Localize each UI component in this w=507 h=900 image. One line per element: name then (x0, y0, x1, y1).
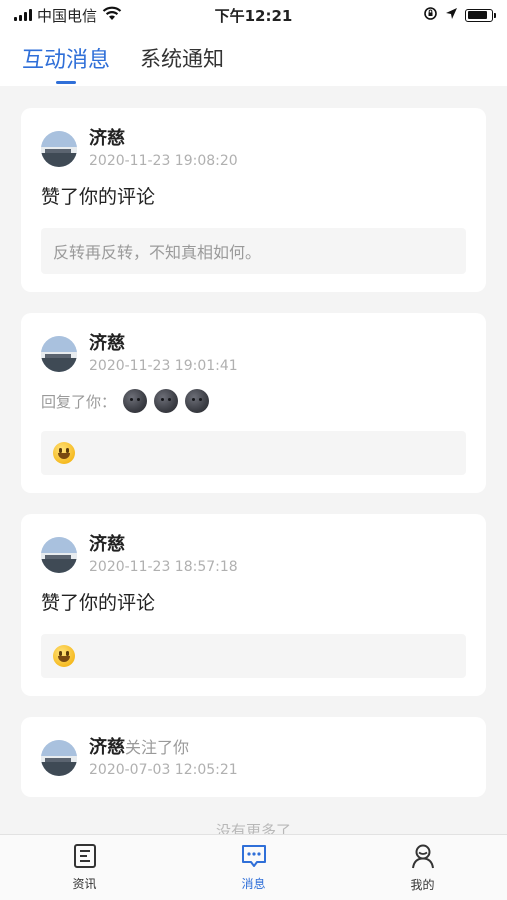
message-card[interactable]: 济慈 2020-11-23 18:57:18 赞了你的评论 (21, 514, 486, 696)
tab-interactive-messages[interactable]: 互动消息 (22, 30, 110, 86)
message-card[interactable]: 济慈关注了你 2020-07-03 12:05:21 (21, 717, 486, 797)
message-icon (240, 843, 268, 872)
orientation-lock-icon (423, 6, 438, 25)
nav-item-news[interactable]: 资讯 (0, 835, 169, 900)
bottom-nav: 资讯 消息 我的 (0, 834, 507, 900)
timestamp: 2020-07-03 12:05:21 (89, 762, 238, 778)
message-card[interactable]: 济慈 2020-11-23 19:01:41 回复了你： (21, 313, 486, 493)
news-icon (72, 843, 98, 872)
nav-item-messages[interactable]: 消息 (169, 835, 338, 900)
profile-icon (409, 842, 437, 873)
reply-prefix: 回复了你： (41, 392, 117, 411)
quoted-comment[interactable] (41, 431, 466, 475)
status-bar: 中国电信 下午12:21 (0, 0, 507, 30)
battery-icon (465, 8, 496, 22)
quoted-comment[interactable]: 反转再反转，不知真相如何。 (41, 228, 466, 274)
nav-label: 我的 (410, 878, 435, 892)
message-text: 赞了你的评论 (41, 186, 156, 208)
smiley-icon (53, 645, 75, 667)
nav-label: 资讯 (72, 877, 97, 891)
new-moon-face-icon (123, 389, 148, 413)
tab-bar: 互动消息 系统通知 (0, 30, 507, 86)
username[interactable]: 济慈 (89, 737, 125, 758)
clock: 下午12:21 (214, 6, 293, 25)
message-text: 赞了你的评论 (41, 592, 156, 614)
timestamp: 2020-11-23 18:57:18 (89, 559, 238, 575)
signal-icon (14, 9, 32, 21)
username[interactable]: 济慈 (89, 128, 238, 150)
reply-line: 回复了你： (41, 389, 466, 413)
new-moon-face-icon (185, 389, 210, 413)
tab-system-notifications[interactable]: 系统通知 (140, 30, 224, 86)
new-moon-face-icon (154, 389, 179, 413)
avatar[interactable] (41, 131, 77, 167)
follow-action-text: 关注了你 (125, 738, 190, 757)
avatar[interactable] (41, 740, 77, 776)
message-list[interactable]: 济慈 2020-11-23 19:08:20 赞了你的评论 反转再反转，不知真相… (0, 86, 507, 834)
list-end-text: 没有更多了 (215, 822, 291, 834)
nav-label: 消息 (241, 877, 266, 891)
timestamp: 2020-11-23 19:01:41 (89, 358, 238, 374)
nav-item-profile[interactable]: 我的 (338, 835, 507, 900)
wifi-icon (102, 6, 122, 25)
carrier-name: 中国电信 (37, 6, 98, 25)
timestamp: 2020-11-23 19:08:20 (89, 153, 238, 169)
message-card[interactable]: 济慈 2020-11-23 19:08:20 赞了你的评论 反转再反转，不知真相… (21, 108, 486, 292)
quoted-comment[interactable] (41, 634, 466, 678)
avatar[interactable] (41, 537, 77, 573)
smiley-icon (53, 442, 75, 464)
username[interactable]: 济慈 (89, 534, 238, 556)
location-icon (445, 6, 458, 24)
avatar[interactable] (41, 336, 77, 372)
username[interactable]: 济慈 (89, 333, 238, 355)
